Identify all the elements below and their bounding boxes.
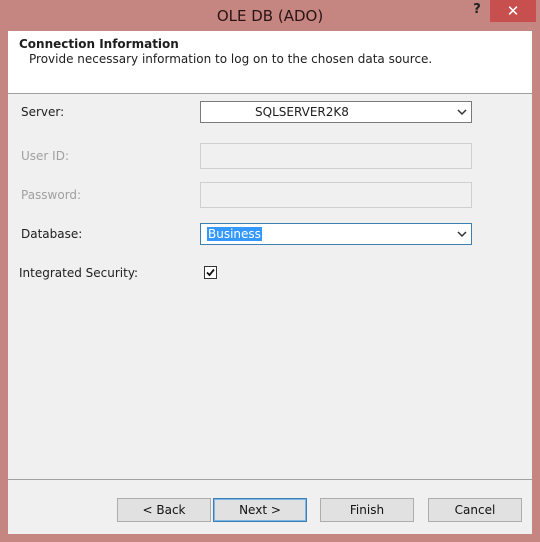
cancel-button[interactable]: Cancel	[428, 498, 522, 522]
userid-label: User ID:	[21, 149, 69, 163]
title-bar: OLE DB (ADO) ? ✕	[0, 0, 540, 32]
checkmark-icon	[206, 268, 215, 277]
database-label: Database:	[21, 227, 83, 241]
help-button[interactable]: ?	[464, 2, 490, 22]
next-button[interactable]: Next >	[213, 498, 307, 522]
chevron-down-icon[interactable]	[457, 107, 467, 117]
close-icon: ✕	[506, 2, 520, 20]
header-title: Connection Information	[19, 37, 179, 51]
password-field[interactable]	[200, 182, 472, 208]
database-value: Business	[207, 227, 262, 241]
database-combobox[interactable]: Business	[200, 223, 472, 245]
back-button[interactable]: < Back	[117, 498, 211, 522]
integrated-security-checkbox[interactable]	[204, 266, 217, 279]
dialog-body: Connection Information Provide necessary…	[8, 31, 532, 534]
chevron-down-icon[interactable]	[457, 229, 467, 239]
password-label: Password:	[21, 188, 82, 202]
server-value: SQLSERVER2K8	[255, 105, 349, 119]
footer-divider	[8, 479, 532, 480]
wizard-header: Connection Information Provide necessary…	[8, 31, 532, 94]
server-combobox[interactable]: SQLSERVER2K8	[200, 101, 472, 123]
finish-button[interactable]: Finish	[320, 498, 414, 522]
close-button[interactable]: ✕	[490, 0, 536, 22]
server-label: Server:	[21, 105, 65, 119]
window-title: OLE DB (ADO)	[216, 7, 324, 25]
header-subtitle: Provide necessary information to log on …	[29, 52, 433, 66]
database-value-wrap: Business	[207, 227, 262, 241]
integrated-security-label: Integrated Security:	[19, 266, 139, 280]
userid-field[interactable]	[200, 143, 472, 169]
